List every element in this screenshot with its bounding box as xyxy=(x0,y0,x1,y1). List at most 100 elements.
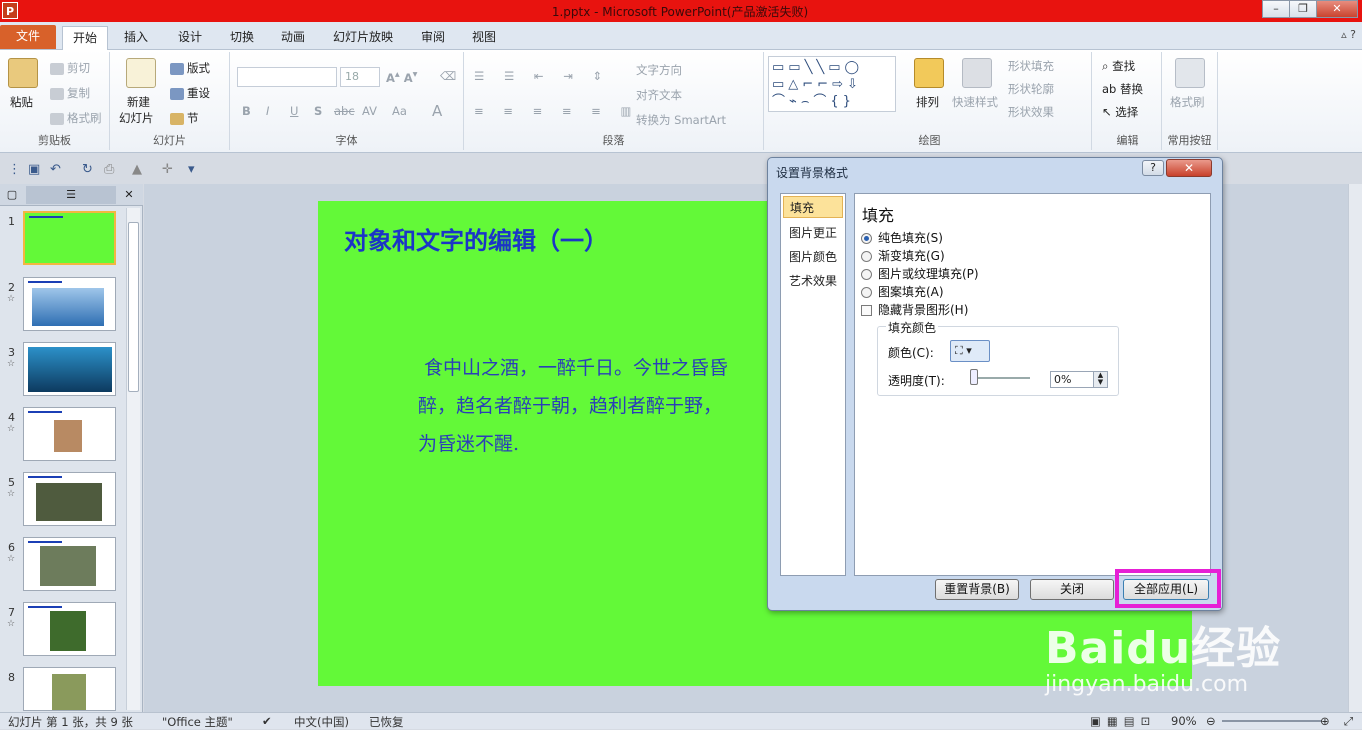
quick-styles-button[interactable]: 快速样式 xyxy=(952,94,998,110)
view-buttons[interactable]: ▣▦▤⊡ xyxy=(1090,714,1156,728)
dialog-close-button[interactable]: 关闭 xyxy=(1030,579,1114,600)
slide-thumbnail-5[interactable] xyxy=(23,472,116,526)
replace-button[interactable]: ab 替换 xyxy=(1102,81,1143,97)
slide-thumbnail-4[interactable] xyxy=(23,407,116,461)
crop-icon[interactable]: ✛ xyxy=(162,162,173,177)
transparency-slider-track[interactable] xyxy=(970,377,1030,379)
slide-body-text[interactable]: 食中山之酒，一醉千日。今世之昏昏 醉，趋名者醉于朝，趋利者醉于野， 为昏迷不醒. xyxy=(418,349,798,463)
convert-smartart-button[interactable]: 转换为 SmartArt xyxy=(636,112,726,128)
font-size-combo[interactable]: 18 xyxy=(340,67,380,87)
format-painter-button[interactable]: 格式刷 xyxy=(50,110,102,126)
customize-qat-icon[interactable]: ▾ xyxy=(188,162,195,177)
tab-slideshow[interactable]: 幻灯片放映 xyxy=(326,26,400,50)
print-icon[interactable]: ⎙ xyxy=(104,162,114,177)
zoom-level[interactable]: 90% xyxy=(1171,714,1197,728)
font-color-button[interactable]: A xyxy=(432,102,442,120)
shape-effects-button[interactable]: 形状效果 xyxy=(1008,104,1054,120)
scrollbar-thumb[interactable] xyxy=(128,222,139,392)
gradient-fill-option[interactable]: 渐变填充(G) xyxy=(861,247,945,264)
transparency-input[interactable]: 0% ▲ ▼ xyxy=(1050,371,1108,388)
tab-transitions[interactable]: 切换 xyxy=(222,26,262,50)
common-format-painter-button[interactable]: 格式刷 xyxy=(1170,94,1205,110)
nav-fill[interactable]: 填充 xyxy=(783,196,843,218)
italic-button[interactable]: I xyxy=(266,104,269,118)
bold-button[interactable]: B xyxy=(242,104,251,118)
slide-thumb-row[interactable]: 5 ☆ xyxy=(0,472,124,534)
tab-insert[interactable]: 插入 xyxy=(116,26,156,50)
slide-thumb-row[interactable]: 7 ☆ xyxy=(0,602,124,664)
radio[interactable] xyxy=(861,269,872,280)
radio-selected[interactable] xyxy=(861,233,872,244)
slide-thumb-row[interactable]: 6 ☆ xyxy=(0,537,124,599)
slide-thumbnail-3[interactable] xyxy=(23,342,116,396)
pattern-fill-option[interactable]: 图案填充(A) xyxy=(861,283,944,300)
list-buttons[interactable]: ☰ ☰ ⇤ ⇥ ⇕ xyxy=(474,69,610,83)
find-button[interactable]: ⌕ 查找 xyxy=(1102,58,1135,74)
picture-fill-option[interactable]: 图片或纹理填充(P) xyxy=(861,265,979,282)
restore-button[interactable]: ❐ xyxy=(1289,0,1317,18)
minimize-button[interactable]: – xyxy=(1262,0,1290,18)
slide-thumb-row[interactable]: 2 ☆ xyxy=(0,277,124,339)
zoom-in-icon[interactable]: ⊕ xyxy=(1320,714,1330,728)
slide-thumb-row[interactable]: 1 xyxy=(0,211,124,273)
color-picker-button[interactable]: ⛶ ▾ xyxy=(950,340,990,362)
hide-background-checkbox[interactable]: 隐藏背景图形(H) xyxy=(861,301,968,318)
undo-icon[interactable]: ↶ xyxy=(50,162,61,177)
arrange-button[interactable]: 排列 xyxy=(916,94,939,110)
slides-scrollbar[interactable] xyxy=(126,208,140,710)
shape-fill-button[interactable]: 形状填充 xyxy=(1008,58,1054,74)
window-close-button[interactable]: ✕ xyxy=(1316,0,1358,18)
tab-view[interactable]: 视图 xyxy=(464,26,504,50)
new-slide-dropdown[interactable]: 幻灯片 xyxy=(119,110,154,126)
slide-thumb-row[interactable]: 4 ☆ xyxy=(0,407,124,469)
dialog-close-icon[interactable]: ✕ xyxy=(1166,159,1212,177)
tab-review[interactable]: 审阅 xyxy=(413,26,453,50)
reset-button[interactable]: 重设 xyxy=(170,85,210,101)
slide-thumbnail-1[interactable] xyxy=(23,211,116,265)
radio[interactable] xyxy=(861,287,872,298)
text-direction-button[interactable]: 文字方向 xyxy=(636,62,682,78)
theme-name[interactable]: "Office 主题" xyxy=(162,714,233,730)
tab-design[interactable]: 设计 xyxy=(170,26,210,50)
copy-button[interactable]: 复制 xyxy=(50,85,90,101)
cut-button[interactable]: 剪切 xyxy=(50,60,90,76)
strikethrough-button[interactable]: abc xyxy=(334,104,355,118)
reset-background-button[interactable]: 重置背景(B) xyxy=(935,579,1019,600)
spell-check-icon[interactable]: ✔ xyxy=(262,714,272,728)
slide-title[interactable]: 对象和文字的编辑（一） xyxy=(344,221,608,256)
tab-animations[interactable]: 动画 xyxy=(273,26,313,50)
spin-arrows-icon[interactable]: ▲ ▼ xyxy=(1093,372,1107,387)
ribbon-collapse-icon[interactable]: ▵ ? xyxy=(1341,28,1356,41)
spell-icon[interactable]: ▲ xyxy=(132,162,142,177)
shadow-button[interactable]: S xyxy=(314,104,322,118)
solid-fill-option[interactable]: 纯色填充(S) xyxy=(861,229,943,246)
nav-picture-color[interactable]: 图片颜色 xyxy=(783,246,843,268)
grow-font-button[interactable]: A▴ A▾ xyxy=(386,69,417,85)
powerpoint-app-icon[interactable]: P xyxy=(2,2,18,19)
outline-tab-icon[interactable]: ☰ xyxy=(26,186,116,204)
close-pane-icon[interactable]: ✕ xyxy=(120,186,138,204)
slide-thumbnail-8[interactable] xyxy=(23,667,116,711)
font-name-combo[interactable] xyxy=(237,67,337,87)
underline-button[interactable]: U xyxy=(290,104,298,118)
dialog-help-button[interactable]: ? xyxy=(1142,160,1164,176)
tab-home[interactable]: 开始 xyxy=(62,26,108,50)
slide-thumb-row[interactable]: 3 ☆ xyxy=(0,342,124,404)
slides-tab-icon[interactable]: ▢ xyxy=(4,186,20,204)
clear-format-icon[interactable]: ⌫ xyxy=(440,69,456,83)
section-button[interactable]: 节 xyxy=(170,110,199,126)
tab-file[interactable]: 文件 xyxy=(0,25,56,49)
slide-thumbnail-6[interactable] xyxy=(23,537,116,591)
slide-thumbnail-2[interactable] xyxy=(23,277,116,331)
char-spacing-button[interactable]: AV xyxy=(362,104,377,118)
language[interactable]: 中文(中国) xyxy=(294,714,349,730)
fit-window-icon[interactable]: ⤢ xyxy=(1344,714,1353,729)
slide-thumbnail-7[interactable] xyxy=(23,602,116,656)
select-button[interactable]: ↖ 选择 xyxy=(1102,104,1138,120)
editor-scrollbar[interactable] xyxy=(1348,184,1362,712)
shape-outline-button[interactable]: 形状轮廓 xyxy=(1008,81,1054,97)
nav-artistic-effects[interactable]: 艺术效果 xyxy=(783,270,843,292)
zoom-slider[interactable] xyxy=(1222,720,1322,722)
change-case-button[interactable]: Aa xyxy=(392,104,407,118)
redo-icon[interactable]: ↻ xyxy=(82,162,93,177)
